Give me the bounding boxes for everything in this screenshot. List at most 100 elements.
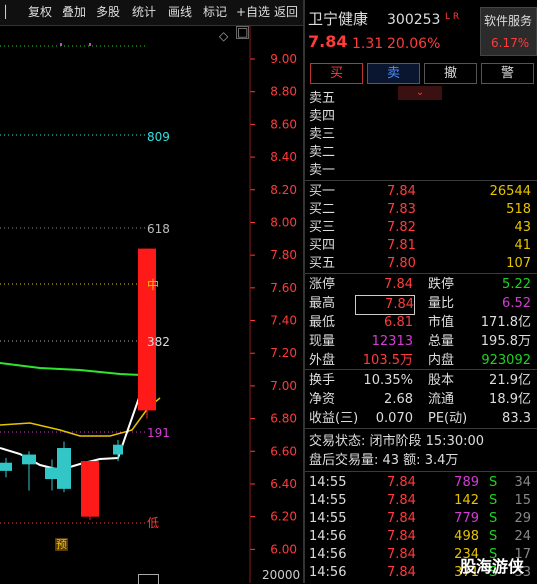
bid-price: 7.80 xyxy=(387,256,416,271)
stat-label: 量比 xyxy=(428,296,455,311)
bid-volume: 43 xyxy=(514,220,531,235)
collapse-chevron-icon[interactable]: ⌄ xyxy=(398,86,442,100)
after-hours-volume: 盘后交易量: 43 额: 3.4万 xyxy=(309,453,459,468)
candle-body xyxy=(113,444,123,455)
stat-label: 现量 xyxy=(309,334,336,349)
ask-label-4: 卖四 xyxy=(309,109,336,124)
candle-body xyxy=(0,462,12,471)
bid-label: 买二 xyxy=(309,202,336,217)
bid-label: 买四 xyxy=(309,238,336,253)
draw-line-button[interactable]: 画线 xyxy=(168,0,192,25)
price-axis-tick: 6.00 xyxy=(270,542,297,556)
bid-price: 7.84 xyxy=(387,184,416,199)
stat-label: 股本 xyxy=(428,373,455,388)
quote-panel: 卫宁健康 300253 L R 软件服务 6.17% 7.84 1.31 20.… xyxy=(305,0,537,583)
stat-value: 18.9亿 xyxy=(489,392,531,407)
stock-name: 卫宁健康 xyxy=(308,10,369,28)
stat-label: 涨停 xyxy=(309,277,336,292)
price-axis-tick: 8.60 xyxy=(270,117,297,131)
bid-price: 7.83 xyxy=(387,202,416,217)
stat-label: 收益(三) xyxy=(309,411,359,426)
stat-value: 83.3 xyxy=(502,411,531,426)
candle-body xyxy=(57,448,71,489)
ask-label-2: 卖二 xyxy=(309,145,336,160)
stat-label: 市值 xyxy=(428,315,455,330)
multi-stock-button[interactable]: 多股 xyxy=(96,0,120,25)
stat-value: 103.5万 xyxy=(362,353,413,368)
bid-label: 买三 xyxy=(309,220,336,235)
stat-label: 跌停 xyxy=(428,277,455,292)
price-axis-tick: 7.80 xyxy=(270,248,297,262)
stat-label: 内盘 xyxy=(428,353,455,368)
add-watchlist-button[interactable]: +自选 xyxy=(236,0,270,25)
sector-badge[interactable]: 软件服务 6.17% xyxy=(480,7,537,56)
price-axis-tick: 7.20 xyxy=(270,346,297,360)
stat-value: 12313 xyxy=(371,334,413,349)
back-button[interactable]: 返回 xyxy=(274,0,298,25)
stat-label: 最低 xyxy=(309,315,336,330)
diamond-icon[interactable]: ◇ xyxy=(219,27,228,45)
stat-label: 总量 xyxy=(428,334,455,349)
price-axis-tick: 7.00 xyxy=(270,379,297,393)
candle-body xyxy=(22,454,36,465)
stat-value: 0.070 xyxy=(375,411,413,426)
sell-button[interactable]: 卖 xyxy=(367,63,420,84)
tick-price: 7.84 xyxy=(387,511,416,526)
tick-count: 15 xyxy=(514,493,531,508)
ask-label-1: 卖一 xyxy=(309,163,336,178)
fib-label-809: 809 xyxy=(147,130,170,144)
event-marker xyxy=(89,43,91,46)
candlestick-chart[interactable]: 9.00 8.80 8.60 8.40 8.20 8.00 7.80 7.60 7.40 7.20… xyxy=(0,26,303,583)
tick-count: 29 xyxy=(514,511,531,526)
price-axis-tick: 7.40 xyxy=(270,314,297,328)
price-axis-tick: 8.00 xyxy=(270,215,297,229)
stat-value: 7.84 xyxy=(355,295,415,315)
price-change: 1.31 xyxy=(352,36,384,52)
fib-label-618: 618 xyxy=(147,222,170,236)
divider xyxy=(305,369,537,370)
tick-time: 14:55 xyxy=(309,511,347,526)
watermark-text: 股海游侠 xyxy=(460,557,525,576)
bid-volume: 107 xyxy=(506,256,531,271)
restore-rights-button[interactable]: 复权 xyxy=(28,0,52,25)
chart-toolbar: │ 复权 叠加 多股 统计 画线 标记 +自选 返回 xyxy=(0,0,303,26)
mark-button[interactable]: 标记 xyxy=(203,0,227,25)
stat-value: 6.52 xyxy=(502,296,531,311)
tick-time: 14:56 xyxy=(309,529,347,544)
ask-label-5: 卖五 xyxy=(309,91,336,106)
candle-body xyxy=(81,461,99,517)
cancel-order-button[interactable]: 撤 xyxy=(424,63,477,84)
stat-value: 923092 xyxy=(481,353,531,368)
forecast-marker[interactable]: 预 xyxy=(55,538,68,551)
buy-button[interactable]: 买 xyxy=(310,63,363,84)
maximize-icon[interactable]: □ xyxy=(236,26,249,39)
tick-direction: S xyxy=(489,529,498,544)
stat-label: 流通 xyxy=(428,392,455,407)
tick-direction: S xyxy=(489,475,498,490)
overlay-button[interactable]: 叠加 xyxy=(62,0,86,25)
tick-time: 14:55 xyxy=(309,475,347,490)
tick-price: 7.84 xyxy=(387,565,416,580)
bid-volume: 518 xyxy=(506,202,531,217)
stat-label: 最高 xyxy=(309,296,336,311)
sector-change: 6.17% xyxy=(491,36,530,50)
alert-button[interactable]: 警 xyxy=(481,63,534,84)
price-axis-tick: 8.80 xyxy=(270,85,297,99)
stat-value: 5.22 xyxy=(502,277,531,292)
bid-volume: 41 xyxy=(514,238,531,253)
candle-body xyxy=(138,248,156,411)
volume-axis-label: 20000 xyxy=(262,568,301,582)
stat-label: 外盘 xyxy=(309,353,336,368)
price-axis-tick: 8.20 xyxy=(270,183,297,197)
tick-price: 7.84 xyxy=(387,529,416,544)
price-axis-tick: 6.80 xyxy=(270,412,297,426)
stock-code: 300253 xyxy=(387,12,441,28)
statistics-button[interactable]: 统计 xyxy=(132,0,156,25)
ask-label-3: 卖三 xyxy=(309,127,336,142)
tick-direction: S xyxy=(489,511,498,526)
stock-tags: L R xyxy=(445,12,460,22)
tick-price: 7.84 xyxy=(387,475,416,490)
price-change-pct: 20.06% xyxy=(387,36,441,52)
tick-volume: 498 xyxy=(454,529,479,544)
stat-value: 7.84 xyxy=(384,277,413,292)
